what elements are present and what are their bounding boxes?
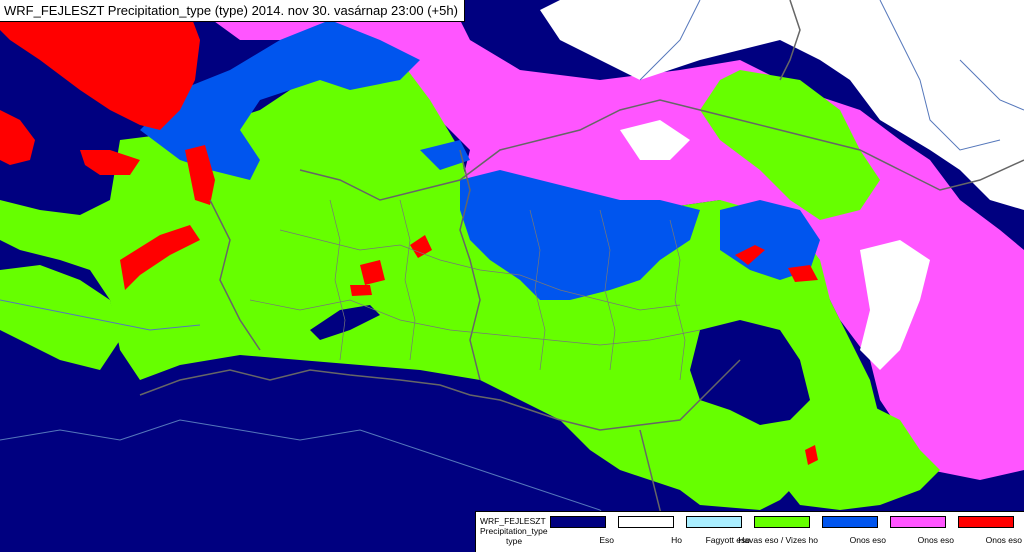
legend: WRF_FEJLESZT Precipitation_type type Eso… [475,511,1024,552]
map-title: WRF_FEJLESZT Precipitation_type (type) 2… [0,0,465,22]
legend-swatch [822,516,878,528]
legend-swatch [618,516,674,528]
legend-swatch [890,516,946,528]
legend-swatch [958,516,1014,528]
legend-header-line-1: WRF_FEJLESZT [480,516,546,526]
legend-item-onos-eso-red: Onos eso [954,516,1022,550]
legend-label: Onos eso [985,535,1022,545]
red-patch-center-3 [350,285,372,296]
legend-swatch [550,516,606,528]
precipitation-map[interactable] [0,0,1024,552]
legend-swatch [754,516,810,528]
legend-swatch [686,516,742,528]
